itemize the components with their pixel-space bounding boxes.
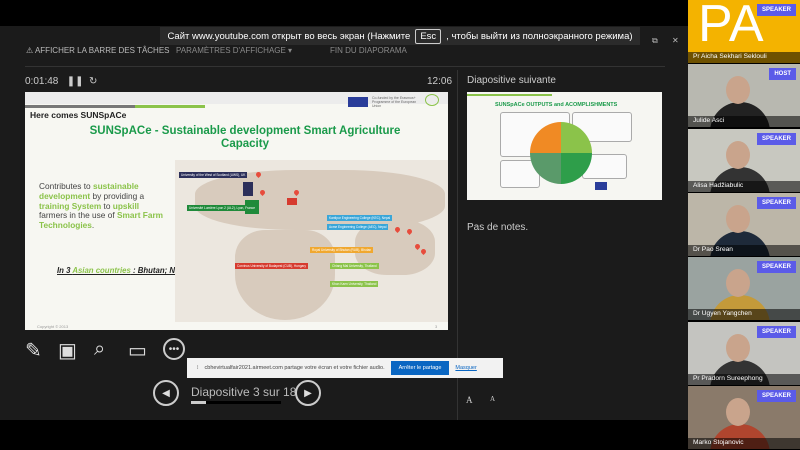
participant-name: Dr Pao Srean [688, 244, 800, 256]
show-taskbar-button[interactable]: ⚠ AFFICHER LA BARRE DES TÂCHES [26, 46, 170, 55]
role-badge: SPEAKER [756, 132, 796, 145]
zoom-icon[interactable]: ⌕ [94, 338, 105, 361]
partners-map: University of the West of Scotland (UWS)… [175, 160, 448, 322]
role-badge: SPEAKER [756, 196, 796, 209]
participant-face [726, 76, 750, 105]
map-partner-label: Acme Engineering College (AEC), Nepal [327, 224, 389, 230]
map-partner-label: Kantipur Engineering College (KEC), Nepa… [327, 215, 393, 221]
notes: Pas de notes. [467, 222, 529, 233]
participant-name: Pr Pradorn Sureephong [688, 373, 800, 385]
contrib-segment: to [101, 200, 113, 211]
initials-avatar: PA [698, 0, 764, 53]
share-message: cbhevirtualfair2021.airmeet.com partage … [204, 365, 385, 371]
participant-name: Julide Asci [688, 116, 800, 128]
participant-face [726, 269, 750, 298]
hungary-highlight [287, 198, 297, 205]
header-bar-green [135, 105, 205, 108]
drag-handle-icon[interactable]: ⁞ [197, 365, 199, 371]
contribution-text: Contributes to sustainable development b… [39, 181, 164, 231]
presenter-toolbar: ⚠ AFFICHER LA BARRE DES TÂCHES PARAMÈTRE… [0, 26, 688, 66]
contrib-segment: by providing a [90, 190, 145, 201]
role-badge: SPEAKER [756, 4, 796, 16]
more-options-icon[interactable]: ••• [163, 338, 185, 360]
pause-icon[interactable]: ❚❚ [67, 76, 84, 87]
next-slide-label: Diapositive suivante [467, 75, 556, 86]
slide-page-number: 3 [435, 324, 438, 329]
participant-name: Alisa Hadžiabulic [688, 180, 800, 192]
restore-icon[interactable]: ⧉ [652, 36, 658, 46]
end-show-button[interactable]: FIN DU DIAPORAMA [330, 46, 407, 55]
contrib-segment: farmers in the use of [39, 210, 117, 221]
close-icon[interactable]: ✕ [672, 36, 679, 45]
contrib-segment: upskill [112, 200, 140, 211]
header-bar [25, 105, 135, 108]
divider [25, 66, 665, 67]
participant-tile[interactable]: PA SPEAKER Pr Aicha Sekhari Seklouli [688, 0, 800, 64]
participant-tile[interactable]: SPEAKER Pr Pradorn Sureephong [688, 321, 800, 386]
participant-tile[interactable]: SPEAKER Dr Ugyen Yangchen [688, 257, 800, 322]
next-slide-preview[interactable]: SUNSpACe OUTPUTS and ACOMPLISHMENTS [467, 92, 662, 200]
participant-face [726, 333, 750, 362]
current-slide: Co-funded by the Erasmus+ Programme of t… [25, 92, 448, 330]
map-partner-label: Royal University of Bhutan (RUB), Bhutan [310, 247, 374, 253]
role-badge: HOST [769, 68, 796, 81]
eu-flag-icon [348, 97, 368, 107]
map-partner-label: Chiang Mai University, Thailand [330, 263, 379, 269]
uk-highlight [243, 182, 253, 196]
contrib-segment: training System [39, 200, 102, 211]
header-bar [467, 94, 552, 96]
contrib-segment: . [91, 220, 95, 231]
increase-font-button[interactable]: A [466, 395, 473, 405]
participant-name: Pr Aicha Sekhari Seklouli [688, 52, 800, 63]
next-slide-title: SUNSpACe OUTPUTS and ACOMPLISHMENTS [495, 102, 618, 108]
outputs-pie [530, 122, 592, 184]
decrease-font-button[interactable]: A [490, 395, 495, 403]
countries-asian: Asian countries [72, 266, 131, 275]
participant-tile[interactable]: HOST Julide Asci [688, 64, 800, 129]
taskbar-label: AFFICHER LA BARRE DES TÂCHES [34, 46, 170, 55]
elapsed-time: 0:01:48 [25, 76, 59, 87]
map-partner-label: University of the West of Scotland (UWS)… [179, 172, 248, 178]
map-partner-label: Corvinus University of Budapest (CUB), H… [235, 263, 308, 269]
role-badge: SPEAKER [756, 261, 796, 274]
slide-counter: Diapositive 3 sur 18 [191, 385, 297, 399]
stop-sharing-button[interactable]: Arrêter le partage [390, 361, 450, 375]
participant-face [726, 397, 750, 426]
map-partner-label: Université Lumière Lyon 2 (UL2), Lyon, F… [187, 205, 258, 211]
eu-flag-icon [595, 182, 607, 190]
role-badge: SPEAKER [756, 325, 796, 338]
participant-face [726, 204, 750, 233]
elapsed-timer: 0:01:48 ❚❚ ↻ [25, 76, 97, 87]
clock: 12:06 [427, 76, 453, 87]
role-badge: SPEAKER [756, 389, 796, 402]
display-settings-button[interactable]: PARAMÈTRES D'AFFICHAGE ▾ [176, 46, 292, 55]
pen-icon[interactable]: ✎ [25, 338, 42, 363]
slide-title: SUNSpACe - Sustainable development Smart… [89, 125, 401, 150]
participant-tile[interactable]: SPEAKER Alisa Hadžiabulic [688, 128, 800, 193]
participant-face [726, 140, 750, 169]
copyright: Copyright © 2013 [37, 324, 69, 329]
eu-text: Co-funded by the Erasmus+ Programme of t… [372, 96, 417, 108]
next-slide-button[interactable]: ▶ [295, 380, 321, 406]
previous-slide-button[interactable]: ◀ [153, 380, 179, 406]
slide-progress [191, 401, 281, 404]
participant-name: Marko Stojanovic [688, 437, 800, 449]
slide-progress-fill [191, 401, 207, 404]
reset-icon[interactable]: ↻ [89, 76, 97, 87]
sunspace-logo-icon [425, 94, 439, 106]
hide-button[interactable]: Masquer [455, 365, 476, 371]
participant-tile[interactable]: SPEAKER Marko Stojanovic [688, 385, 800, 450]
map-partner-label: Khon Kaen University, Thailand [330, 281, 379, 287]
screen-share-bar: ⁞ cbhevirtualfair2021.airmeet.com partag… [187, 358, 503, 378]
screen-icon[interactable]: ▭ [128, 338, 147, 363]
slide-heading: Here comes SUNSpACe [30, 110, 127, 120]
participant-tile[interactable]: SPEAKER Dr Pao Srean [688, 192, 800, 257]
countries-pre: In 3 [57, 266, 73, 275]
contrib-segment: Contributes to [39, 181, 93, 191]
participant-name: Dr Ugyen Yangchen [688, 309, 800, 321]
slides-grid-icon[interactable]: ▣ [58, 338, 77, 363]
